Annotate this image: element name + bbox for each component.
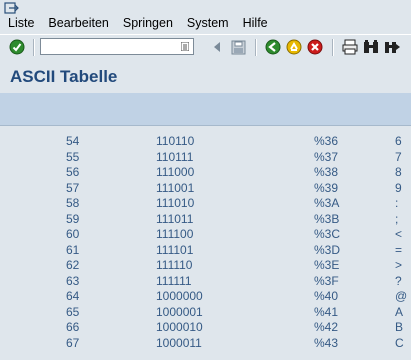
char-cell: 7 xyxy=(395,149,402,164)
list-row[interactable]: 67 1000011 %43 C xyxy=(0,336,411,351)
toolbar-separator xyxy=(332,39,334,56)
list-row[interactable]: 60 111100 %3C < xyxy=(0,227,411,242)
find-icon[interactable] xyxy=(362,38,380,56)
system-menu-icon[interactable] xyxy=(4,2,20,14)
hex-cell: %42 xyxy=(314,320,339,334)
binary-cell: 111111 xyxy=(156,273,192,288)
standard-toolbar xyxy=(0,34,411,61)
hex-cell: %3A xyxy=(314,196,340,210)
char-cell: C xyxy=(395,335,404,350)
list-row[interactable]: 65 1000001 %41 A xyxy=(0,305,411,320)
hex-cell: %38 xyxy=(314,165,339,179)
menu-item-springen[interactable]: Springen xyxy=(123,14,173,32)
hex-cell: %3E xyxy=(314,258,340,272)
title-bar: ASCII Tabelle xyxy=(0,60,411,92)
char-cell: 6 xyxy=(395,134,402,148)
char-cell: A xyxy=(395,304,404,319)
find-next-icon[interactable] xyxy=(383,38,401,56)
hex-cell: %3C xyxy=(314,227,341,241)
exit-icon[interactable] xyxy=(285,38,303,56)
application-toolbar xyxy=(0,93,411,126)
menu-item-bearbeiten[interactable]: Bearbeiten xyxy=(48,14,108,32)
hex-cell: %3F xyxy=(314,273,339,288)
toolbar-separator xyxy=(255,39,257,56)
hex-cell: %40 xyxy=(314,289,339,303)
decimal-cell: 58 xyxy=(66,196,80,210)
list-row[interactable]: 64 1000000 %40 @ xyxy=(0,289,411,304)
binary-cell: 111001 xyxy=(156,180,195,195)
list-row[interactable]: 61 111101 %3D = xyxy=(0,243,411,258)
decimal-cell: 59 xyxy=(66,211,80,226)
binary-cell: 111000 xyxy=(156,165,195,179)
hex-cell: %39 xyxy=(314,180,339,195)
list-row[interactable]: 55 110111 %37 7 xyxy=(0,150,411,165)
toolbar-separator xyxy=(33,39,35,56)
list-row[interactable]: 56 111000 %38 8 xyxy=(0,165,411,180)
binary-cell: 1000011 xyxy=(156,335,202,350)
cancel-icon[interactable] xyxy=(306,38,324,56)
back-arrow-icon[interactable] xyxy=(208,38,226,56)
char-cell: ? xyxy=(395,273,402,288)
binary-cell: 111110 xyxy=(156,258,193,272)
list-row[interactable]: 54 110110 %36 6 xyxy=(0,134,411,149)
decimal-cell: 67 xyxy=(66,335,80,350)
hex-cell: %3D xyxy=(314,242,341,257)
char-cell: ; xyxy=(395,211,399,226)
binary-cell: 110111 xyxy=(156,149,194,164)
menu-items: Liste Bearbeiten Springen System Hilfe xyxy=(0,14,268,32)
decimal-cell: 62 xyxy=(66,258,80,272)
menu-item-hilfe[interactable]: Hilfe xyxy=(243,14,268,32)
char-cell: = xyxy=(395,242,403,257)
decimal-cell: 61 xyxy=(66,242,80,257)
char-cell: < xyxy=(395,227,403,241)
char-cell: 9 xyxy=(395,180,402,195)
binary-cell: 111010 xyxy=(156,196,195,210)
list-row[interactable]: 66 1000010 %42 B xyxy=(0,320,411,335)
list-row[interactable]: 62 111110 %3E > xyxy=(0,258,411,273)
binary-cell: 1000010 xyxy=(156,320,203,334)
decimal-cell: 56 xyxy=(66,165,80,179)
hex-cell: %43 xyxy=(314,335,339,350)
binary-cell: 111100 xyxy=(156,227,194,241)
decimal-cell: 64 xyxy=(66,289,80,303)
print-icon[interactable] xyxy=(341,38,359,56)
decimal-cell: 65 xyxy=(66,304,80,319)
list-row[interactable]: 59 111011 %3B; xyxy=(0,212,411,227)
page-title: ASCII Tabelle xyxy=(10,67,118,86)
decimal-cell: 55 xyxy=(66,149,80,164)
char-cell: B xyxy=(395,320,404,334)
hex-cell: %41 xyxy=(314,304,339,319)
binary-cell: 1000000 xyxy=(156,289,203,303)
char-cell: > xyxy=(395,258,403,272)
decimal-cell: 54 xyxy=(66,134,80,148)
save-icon[interactable] xyxy=(229,38,247,56)
list-row[interactable]: 63 111111 %3F? xyxy=(0,274,411,289)
command-field[interactable] xyxy=(40,38,194,55)
dropdown-icon[interactable] xyxy=(181,42,189,51)
decimal-cell: 60 xyxy=(66,227,80,241)
decimal-cell: 66 xyxy=(66,320,80,334)
hex-cell: %37 xyxy=(314,149,339,164)
list-row[interactable]: 57 111001 %39 9 xyxy=(0,181,411,196)
char-cell: 8 xyxy=(395,165,402,179)
ascii-list: 54 110110 %36 6 55 110111 %37 7 56 111000 %38 8 57 11… xyxy=(0,126,411,360)
decimal-cell: 57 xyxy=(66,180,80,195)
back-icon[interactable] xyxy=(264,38,282,56)
hex-cell: %36 xyxy=(314,134,339,148)
menu-item-liste[interactable]: Liste xyxy=(8,14,34,32)
binary-cell: 111101 xyxy=(156,242,194,257)
menu-item-system[interactable]: System xyxy=(187,14,229,32)
enter-icon[interactable] xyxy=(8,38,26,56)
binary-cell: 110110 xyxy=(156,134,195,148)
hex-cell: %3B xyxy=(314,211,340,226)
binary-cell: 111011 xyxy=(156,211,194,226)
menu-bar: Liste Bearbeiten Springen System Hilfe xyxy=(0,0,411,34)
binary-cell: 1000001 xyxy=(156,304,203,319)
char-cell: : xyxy=(395,196,399,210)
char-cell: @ xyxy=(395,289,408,303)
decimal-cell: 63 xyxy=(66,273,80,288)
list-row[interactable]: 58 111010 %3A: xyxy=(0,196,411,211)
